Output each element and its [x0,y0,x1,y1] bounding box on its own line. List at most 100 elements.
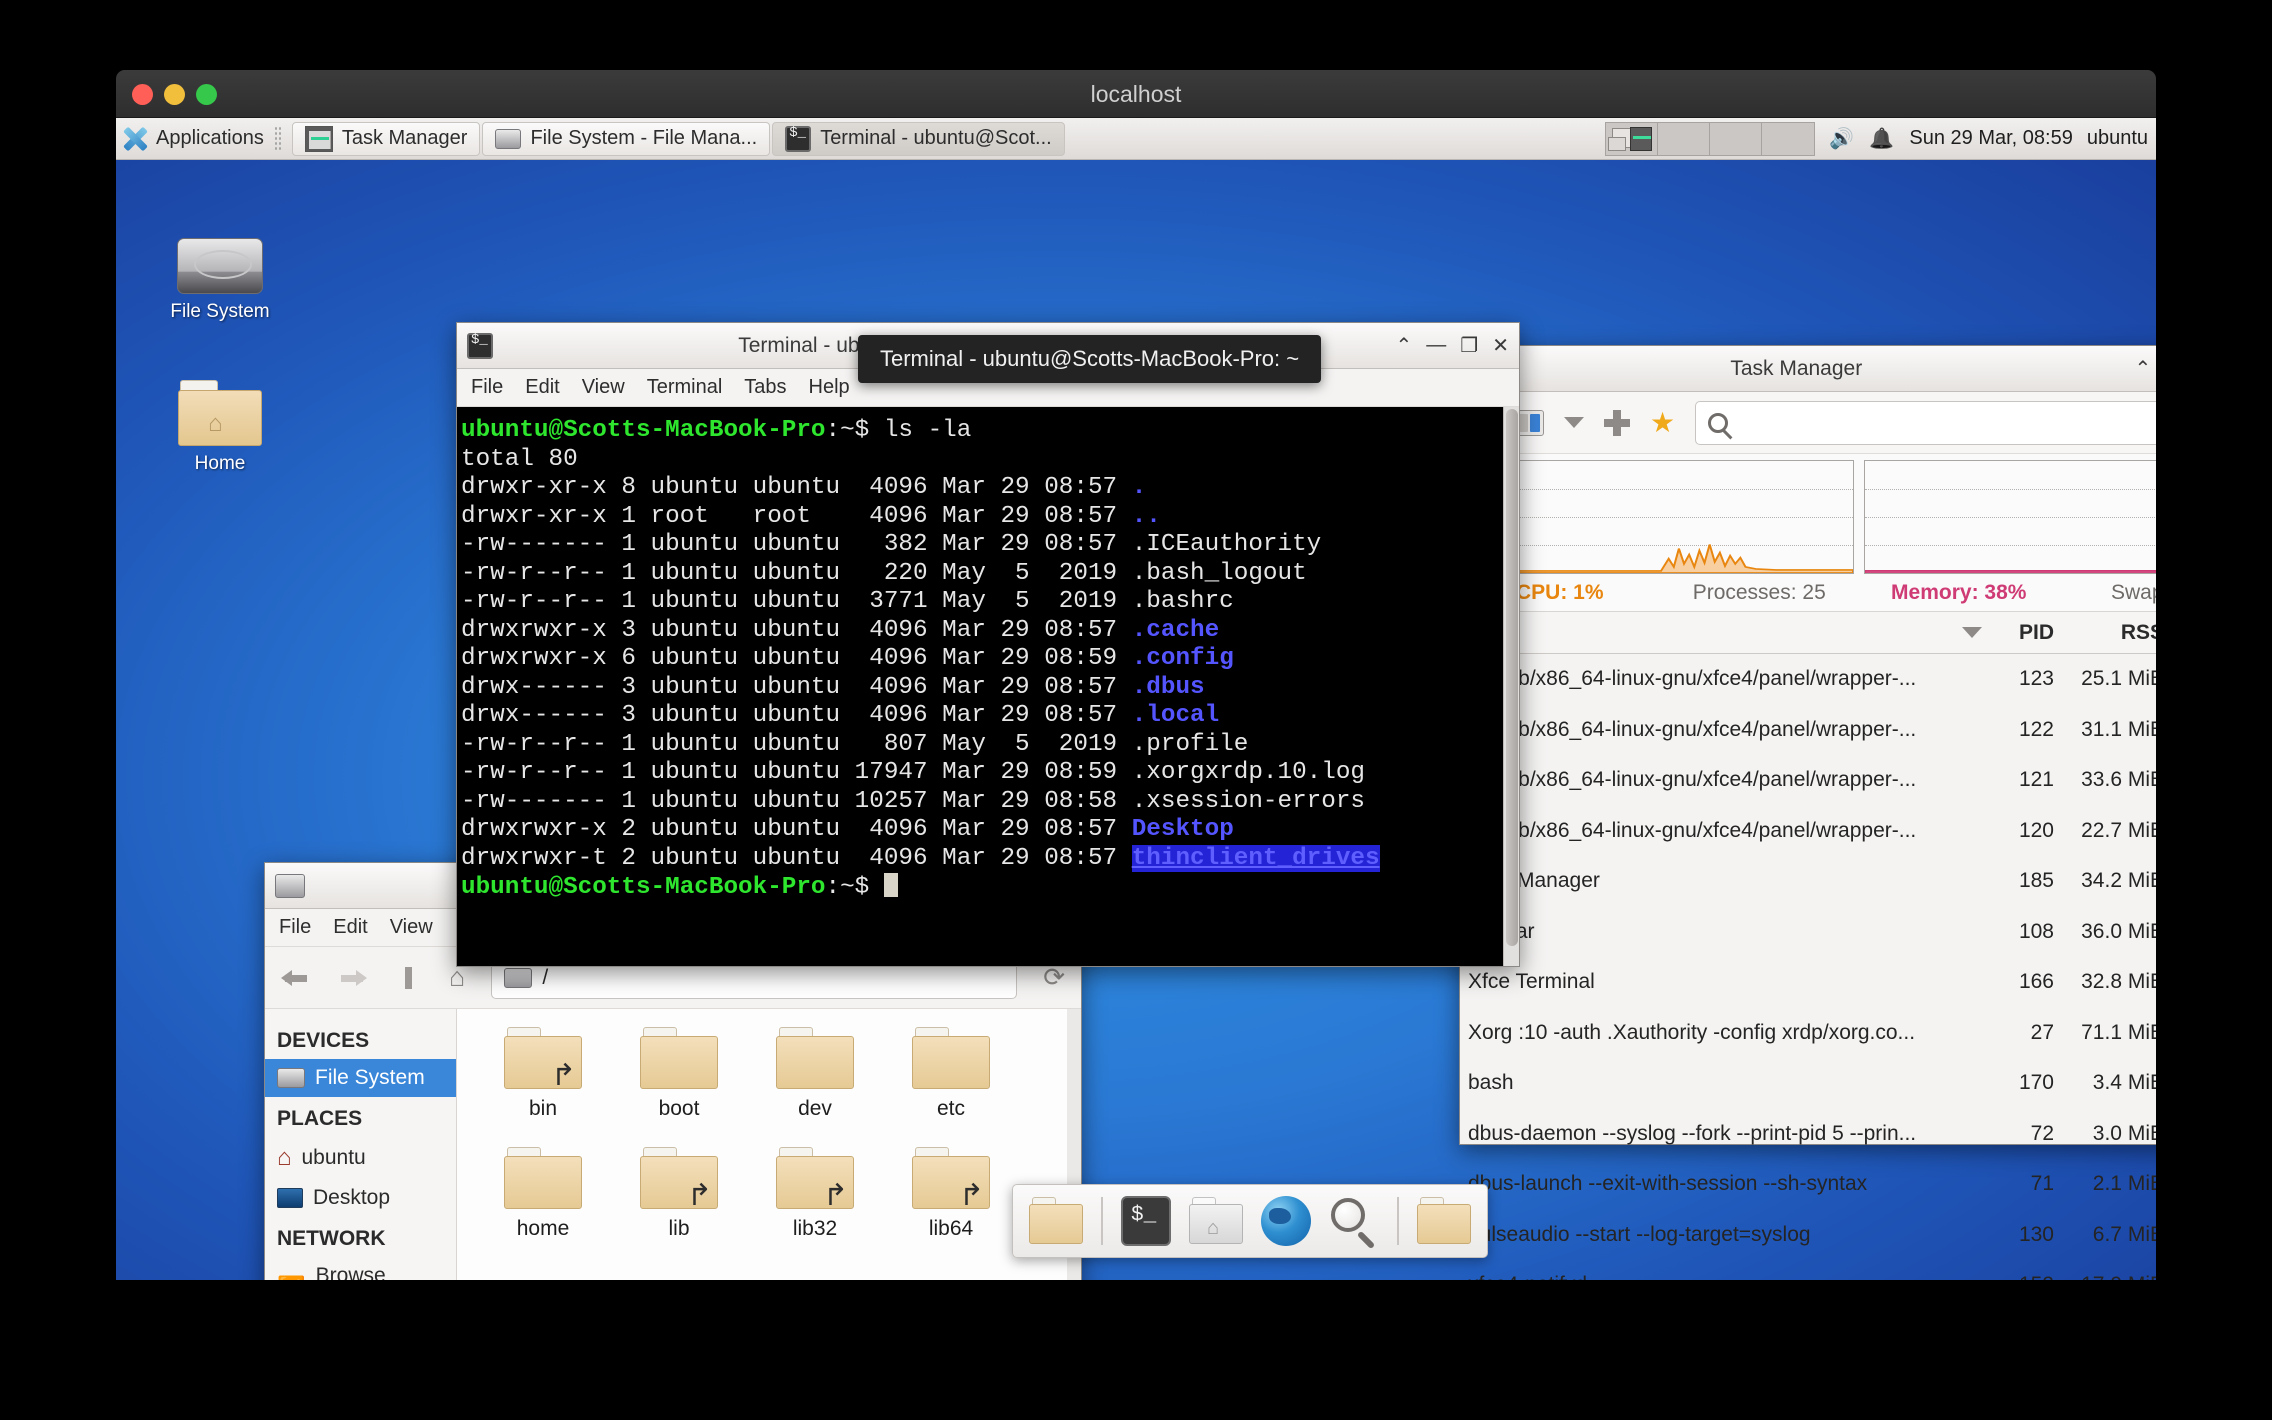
workspace-2[interactable] [1658,123,1710,155]
file-item[interactable]: ↰lib32 [747,1147,883,1241]
file-item[interactable]: home [475,1147,611,1241]
table-row[interactable]: Xorg :10 -auth .Xauthority -config xrdp/… [1460,1008,2156,1059]
table-row[interactable]: /usr/lib/x86_64-linux-gnu/xfce4/panel/wr… [1460,705,2156,756]
workspace-switcher[interactable] [1605,122,1815,156]
memory-stat: Memory: 38% [1859,581,2059,605]
dock-home-folder-icon[interactable]: ⌂ [1189,1195,1243,1247]
file-item[interactable]: etc [883,1027,1019,1121]
table-row[interactable]: bash1703.4 MiB0% [1460,1058,2156,1109]
minimize-button[interactable] [164,84,185,105]
dock-folder-icon[interactable] [1029,1195,1083,1247]
file-manager-icon-view[interactable]: ↰binbootdevetc home↰lib↰lib32↰lib64 [457,1009,1081,1280]
workspace-1[interactable] [1606,123,1658,155]
column-header-rss[interactable]: RSS [2062,621,2156,645]
process-name: xfce4-notifyd [1460,1273,1990,1280]
table-row[interactable]: xfce4-notifyd15217.9 MiB0% [1460,1260,2156,1280]
taskbar-item-task-manager[interactable]: Task Manager [292,122,481,156]
table-row[interactable]: /usr/lib/x86_64-linux-gnu/xfce4/panel/wr… [1460,654,2156,705]
menu-edit[interactable]: Edit [333,916,367,939]
desktop-icon-file-system[interactable]: File System [140,238,300,323]
task-manager-titlebar[interactable]: Task Manager ⌃ — ❐ ✕ [1460,346,2156,392]
up-icon[interactable] [393,963,423,993]
dock-search-icon[interactable] [1329,1196,1379,1246]
task-manager-window-buttons[interactable]: ⌃ — ❐ ✕ [2123,356,2156,381]
applications-menu-button[interactable]: Applications [116,118,292,159]
table-row[interactable]: dbus-daemon --syslog --fork --print-pid … [1460,1109,2156,1160]
table-row[interactable]: Xfce Terminal16632.8 MiB0% [1460,957,2156,1008]
maximize-button[interactable]: ❐ [1460,333,1478,358]
process-name: Task Manager [1460,869,1990,893]
sidebar-item-file-system[interactable]: File System [265,1059,456,1097]
menu-terminal[interactable]: Terminal [647,376,723,399]
notification-bell-icon[interactable] [1869,126,1895,152]
close-button[interactable] [132,84,153,105]
process-table-body: /usr/lib/x86_64-linux-gnu/xfce4/panel/wr… [1460,654,2156,1280]
file-item[interactable]: dev [747,1027,883,1121]
xfce-logo-icon [122,126,148,152]
sidebar-item-browse-network[interactable]: 📶 Browse Network [265,1257,456,1280]
column-header-pid[interactable]: PID [1990,621,2062,645]
file-item[interactable]: boot [611,1027,747,1121]
forward-icon[interactable] [337,963,367,993]
clock[interactable]: Sun 29 Mar, 08:59 [1909,127,2072,150]
home-folder-icon: ⌂ [178,380,262,446]
symlink-arrow-icon: ↰ [551,1061,576,1091]
taskbar-item-terminal[interactable]: Terminal - ubuntu@Scot... [772,122,1065,156]
applications-menu-label: Applications [156,127,264,150]
folder-icon [504,1147,582,1209]
table-row[interactable]: Task Manager18534.2 MiB0% [1460,856,2156,907]
workspace-3[interactable] [1710,123,1762,155]
back-icon[interactable] [281,963,311,993]
dock-web-browser-icon[interactable] [1261,1196,1311,1246]
harddisk-icon [177,238,263,294]
terminal-text: ubuntu@Scotts-MacBook-Pro:~$ ls -la tota… [461,417,1519,903]
sidebar-item-desktop[interactable]: Desktop [265,1179,456,1217]
menu-file[interactable]: File [471,376,503,399]
menu-edit[interactable]: Edit [525,376,559,399]
process-name: /usr/lib/x86_64-linux-gnu/xfce4/panel/wr… [1460,667,1990,691]
process-rss: 3.4 MiB [2062,1071,2156,1095]
table-row[interactable]: Thunar10836.0 MiB0% [1460,907,2156,958]
panel-tray: Sun 29 Mar, 08:59 ubuntu [1605,122,2156,156]
search-input[interactable]: ⌫ [1695,401,2156,445]
file-item[interactable]: ↰bin [475,1027,611,1121]
table-row[interactable]: /usr/lib/x86_64-linux-gnu/xfce4/panel/wr… [1460,755,2156,806]
terminal-icon [467,333,493,359]
file-item[interactable]: ↰lib64 [883,1147,1019,1241]
file-item[interactable]: ↰lib [611,1147,747,1241]
user-menu-label[interactable]: ubuntu [2087,127,2148,150]
volume-icon[interactable] [1829,126,1855,152]
mac-titlebar[interactable]: localhost [116,70,2156,118]
sidebar-item-ubuntu[interactable]: ⌂ ubuntu [265,1137,456,1179]
chevron-down-icon[interactable] [1564,417,1584,428]
window-controls[interactable] [132,84,217,105]
terminal-window-buttons[interactable]: ⌃ — ❐ ✕ [1384,333,1509,358]
star-icon[interactable]: ★ [1650,409,1675,437]
menu-view[interactable]: View [390,916,433,939]
taskbar-item-file-manager[interactable]: File System - File Mana... [482,122,770,156]
menu-tabs[interactable]: Tabs [744,376,786,399]
panel-grip-handle[interactable] [274,126,282,152]
table-row[interactable]: dbus-launch --exit-with-session --sh-syn… [1460,1159,2156,1210]
desktop-icon-home[interactable]: ⌂ Home [140,380,300,475]
expand-icon[interactable] [1604,410,1630,436]
minimize-button[interactable]: — [1426,334,1446,357]
menu-file[interactable]: File [279,916,311,939]
process-name: bash [1460,1071,1990,1095]
shade-button[interactable]: ⌃ [2135,356,2152,381]
terminal-output-area[interactable]: ubuntu@Scotts-MacBook-Pro:~$ ls -la tota… [457,407,1519,966]
process-name: Thunar [1460,920,1990,944]
dock-folder-icon[interactable] [1417,1195,1471,1247]
table-row[interactable]: /usr/lib/x86_64-linux-gnu/xfce4/panel/wr… [1460,806,2156,857]
shade-button[interactable]: ⌃ [1396,333,1413,358]
menu-view[interactable]: View [582,376,625,399]
dock-terminal-icon[interactable] [1121,1196,1171,1246]
menu-help[interactable]: Help [809,376,850,399]
desktop[interactable]: File System ⌂ Home [116,160,2156,1280]
table-row[interactable]: pulseaudio --start --log-target=syslog13… [1460,1210,2156,1261]
column-sort-indicator[interactable] [1460,627,1990,638]
workspace-4[interactable] [1762,123,1814,155]
maximize-button[interactable] [196,84,217,105]
terminal-scrollbar[interactable] [1503,407,1519,966]
close-button[interactable]: ✕ [1492,333,1509,358]
